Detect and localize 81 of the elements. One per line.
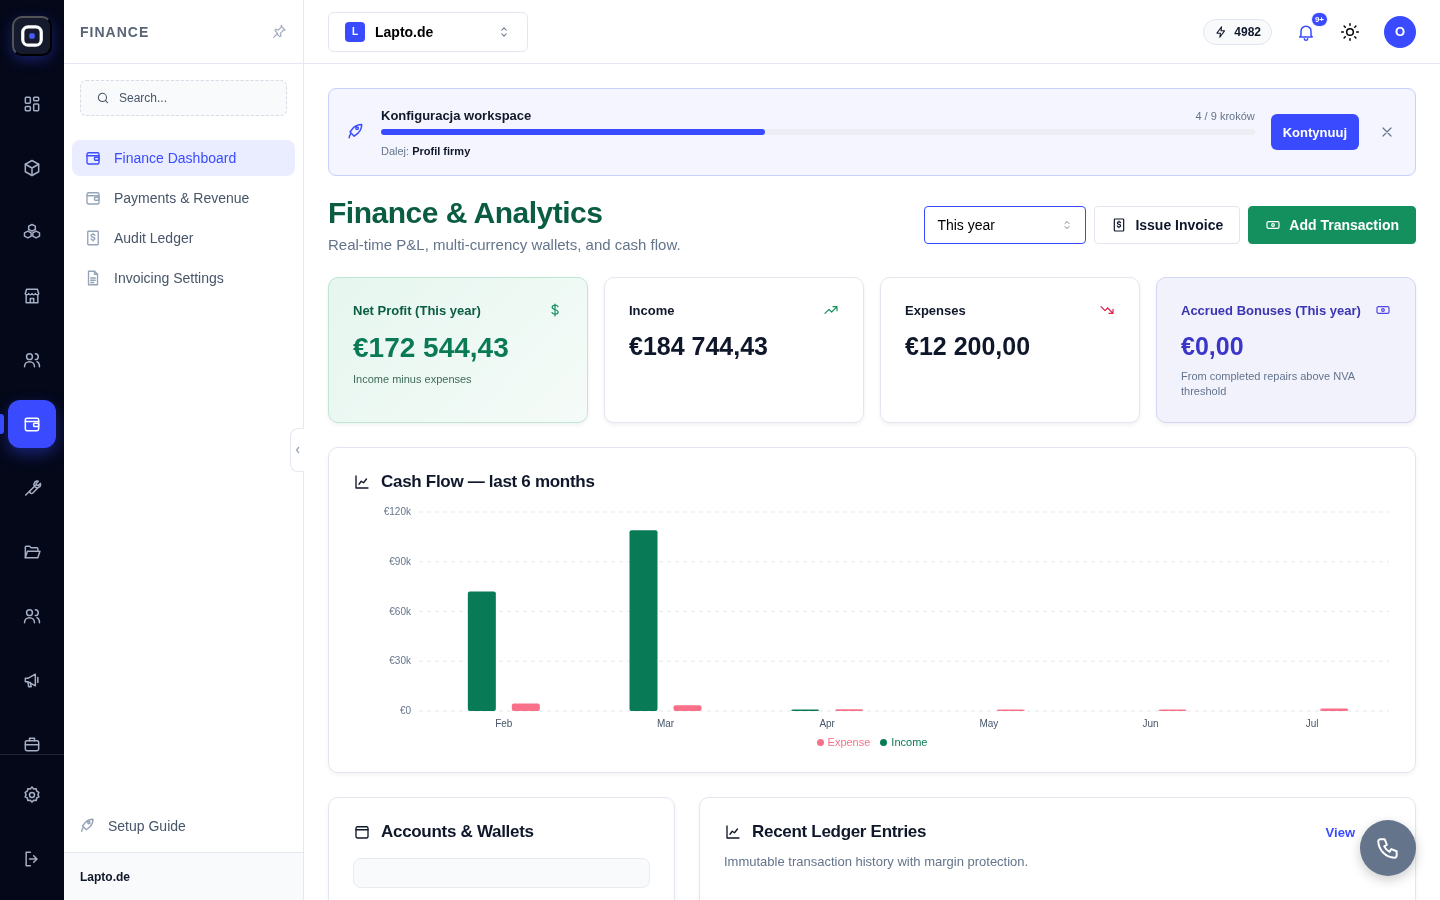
users-icon bbox=[22, 606, 42, 626]
legend-label: Expense bbox=[827, 736, 871, 748]
rail-nav-button[interactable] bbox=[8, 400, 56, 448]
legend-label: Income bbox=[891, 736, 928, 748]
page-title: Finance & Analytics bbox=[328, 196, 604, 230]
wallet-icon bbox=[84, 189, 102, 207]
wallet-icon bbox=[84, 149, 102, 167]
issue-invoice-button[interactable]: Issue Invoice bbox=[1094, 205, 1241, 244]
stat-label: Expenses bbox=[905, 302, 966, 318]
stat-note: Income minus expenses bbox=[353, 372, 473, 387]
view-link[interactable]: View bbox=[1325, 824, 1355, 840]
wallet-icon bbox=[22, 414, 42, 434]
period-select[interactable]: This year bbox=[924, 205, 1087, 244]
pin-icon bbox=[271, 23, 287, 40]
dollar-receipt-icon bbox=[84, 229, 102, 247]
rocket-icon bbox=[78, 817, 96, 835]
logo-icon bbox=[20, 23, 44, 49]
card-title: Cash Flow — last 6 months bbox=[381, 472, 595, 492]
sidebar-nav-item[interactable]: Invoicing Settings bbox=[72, 260, 295, 296]
megaphone-icon bbox=[22, 670, 42, 690]
notification-badge: 9+ bbox=[1310, 11, 1328, 27]
axis-tick-label: €90k bbox=[389, 555, 411, 567]
settings-icon bbox=[22, 785, 42, 805]
stat-value: €12 200,00 bbox=[905, 332, 1032, 361]
box-icon bbox=[22, 158, 42, 178]
credits-counter: 4982 bbox=[1203, 18, 1272, 45]
axis-tick-label: €60k bbox=[389, 605, 411, 617]
stat-label: Accrued Bonuses (This year) bbox=[1181, 302, 1361, 318]
axis-tick-label: Jun bbox=[1142, 718, 1159, 729]
user-avatar[interactable]: O bbox=[1384, 15, 1416, 48]
users-icon bbox=[22, 350, 42, 370]
active-indicator bbox=[0, 414, 4, 434]
axis-tick-label: €120k bbox=[383, 506, 411, 517]
sidebar-nav-item[interactable]: Finance Dashboard bbox=[72, 140, 295, 176]
phone-icon bbox=[1375, 835, 1401, 861]
axis-tick-label: Feb bbox=[495, 718, 513, 729]
stat-label: Income bbox=[629, 302, 675, 318]
stat-label: Net Profit (This year) bbox=[353, 302, 481, 318]
setup-guide-link[interactable]: Setup Guide bbox=[64, 808, 303, 844]
chart-bar bbox=[511, 703, 540, 711]
chevron-left-icon bbox=[294, 446, 301, 454]
add-transaction-button[interactable]: Add Transaction bbox=[1248, 205, 1416, 244]
stat-note: From completed repairs above NVA threshold bbox=[1181, 369, 1356, 400]
folder-icon bbox=[22, 542, 42, 562]
sidebar-nav-item[interactable]: Payments & Revenue bbox=[72, 180, 295, 216]
card-title: Recent Ledger Entries bbox=[752, 822, 927, 842]
axis-tick-label: Mar bbox=[656, 718, 675, 729]
axis-tick-label: €0 bbox=[399, 705, 411, 716]
axis-tick-label: €30k bbox=[389, 655, 411, 667]
sidebar-title: FINANCE bbox=[80, 23, 150, 40]
chart-bar bbox=[673, 705, 702, 711]
sun-icon bbox=[1340, 21, 1360, 42]
workspace-name: Lapto.de bbox=[80, 869, 130, 884]
stat-value: €184 744,43 bbox=[629, 332, 770, 361]
axis-tick-label: May bbox=[979, 718, 999, 729]
stat-value: €0,00 bbox=[1181, 332, 1245, 361]
axis-tick-label: Jul bbox=[1305, 718, 1319, 729]
wrench-icon bbox=[22, 478, 42, 498]
workspace-selector[interactable]: L Lapto.de bbox=[328, 11, 528, 52]
sidebar-nav-item[interactable]: Audit Ledger bbox=[72, 220, 295, 256]
step-counter: 4 / 9 kroków bbox=[1195, 109, 1255, 122]
card-subtitle: Immutable transaction history with margin protection. bbox=[724, 854, 1030, 869]
boxes-icon bbox=[22, 222, 42, 242]
app-logo[interactable] bbox=[12, 16, 52, 56]
search-icon bbox=[96, 91, 110, 105]
continue-button[interactable]: Kontynuuj bbox=[1270, 114, 1359, 150]
chart-icon bbox=[353, 473, 371, 491]
page-subtitle: Real-time P&L, multi-currency wallets, and cash flow. bbox=[328, 236, 681, 253]
wallet-icon bbox=[353, 823, 371, 841]
store-icon bbox=[22, 286, 42, 306]
axis-tick-label: Apr bbox=[819, 718, 835, 729]
search-field[interactable]: Search... bbox=[80, 80, 287, 116]
chart-bar bbox=[1320, 708, 1349, 711]
card-title: Accounts & Wallets bbox=[381, 822, 534, 842]
grid-icon bbox=[22, 94, 42, 114]
chart-icon bbox=[724, 823, 742, 841]
next-step-text: Dalej: Profil firmy bbox=[381, 144, 472, 157]
banner-title: Konfiguracja workspace bbox=[381, 107, 532, 123]
briefcase-icon bbox=[22, 734, 42, 754]
stat-value: €172 544,43 bbox=[353, 332, 510, 364]
theme-toggle-button[interactable] bbox=[1340, 21, 1360, 42]
